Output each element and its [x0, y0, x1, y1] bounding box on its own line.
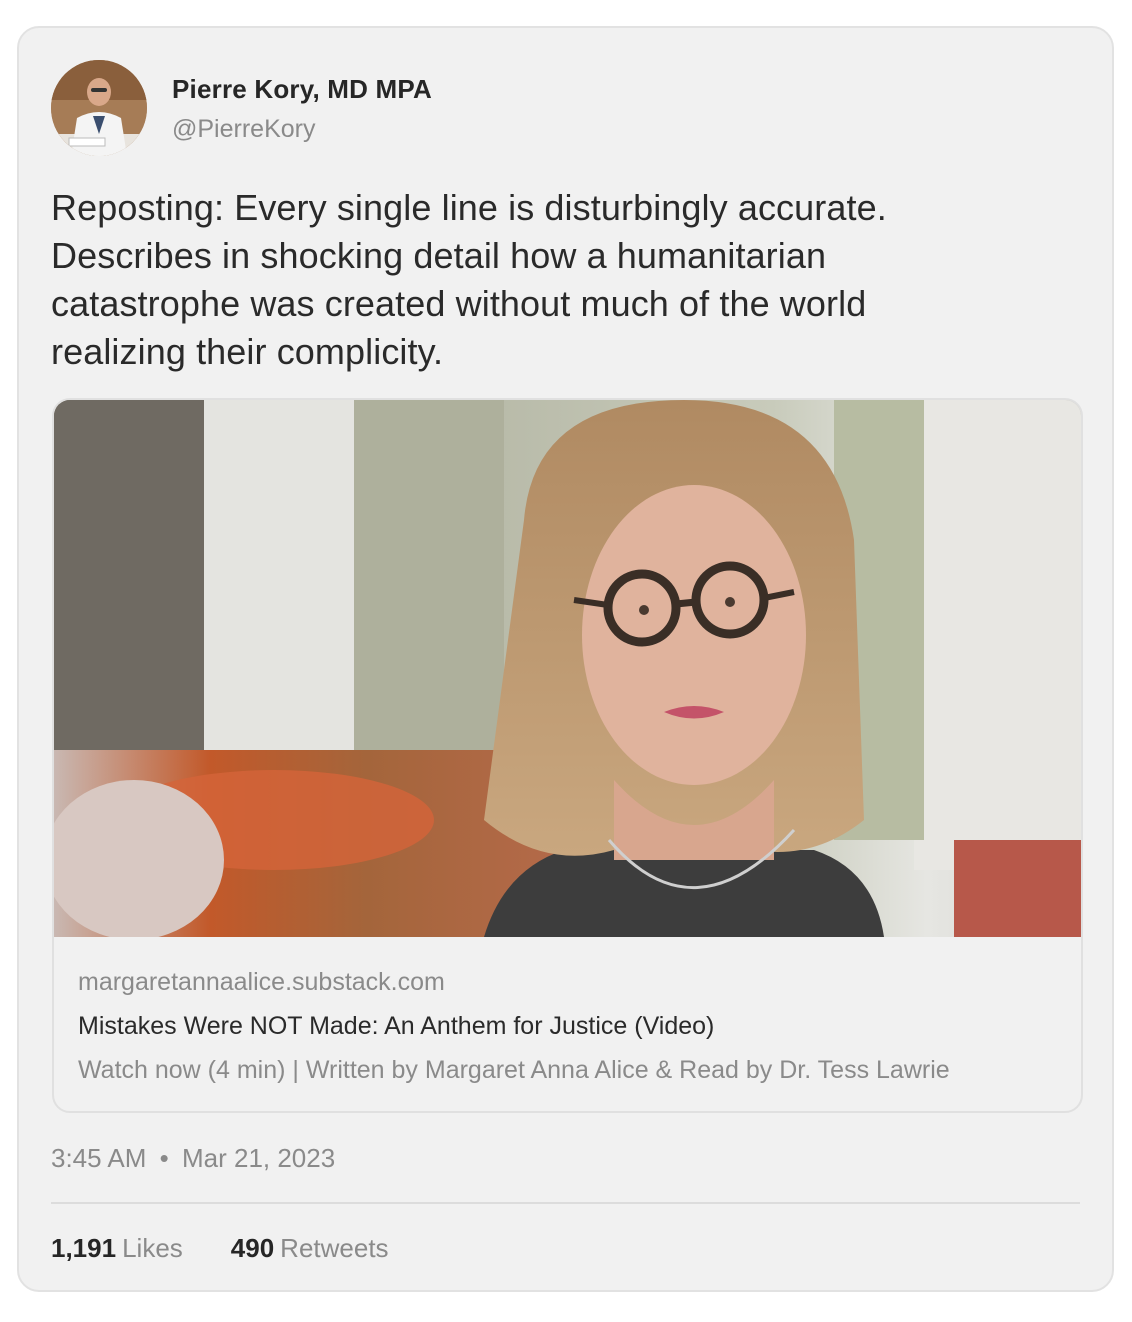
tweet-text-line: Reposting: Every single line is disturbi…	[51, 187, 887, 228]
link-preview-card[interactable]: margaretannaalice.substack.com Mistakes …	[52, 398, 1083, 1113]
likes-label: Likes	[122, 1233, 183, 1263]
link-description: Watch now (4 min) | Written by Margaret …	[78, 1056, 950, 1084]
timestamp-separator: •	[159, 1143, 169, 1173]
author-handle[interactable]: @PierreKory	[172, 112, 432, 146]
tweet-stats: 1,191 Likes 490 Retweets	[51, 1232, 389, 1264]
likes-stat[interactable]: 1,191 Likes	[51, 1232, 183, 1264]
link-title[interactable]: Mistakes Were NOT Made: An Anthem for Ju…	[78, 1010, 1061, 1042]
retweets-count: 490	[230, 1233, 275, 1263]
divider	[51, 1202, 1080, 1204]
likes-count: 1,191	[51, 1233, 117, 1263]
link-domain[interactable]: margaretannaalice.substack.com	[78, 966, 1061, 998]
tweet-header: Pierre Kory, MD MPA @PierreKory	[51, 60, 1080, 160]
tweet-timestamp[interactable]: 3:45 AM • Mar 21, 2023	[51, 1142, 335, 1174]
link-info: margaretannaalice.substack.com Mistakes …	[78, 966, 1061, 1086]
tweet-text-line: Describes in shocking detail how a human…	[51, 235, 827, 276]
tweet-body: Reposting: Every single line is disturbi…	[51, 184, 1051, 376]
author-info: Pierre Kory, MD MPA @PierreKory	[172, 72, 432, 146]
tweet-time: 3:45 AM	[51, 1143, 147, 1173]
retweets-label: Retweets	[280, 1233, 389, 1263]
profile-photo-icon[interactable]	[51, 60, 147, 156]
tweet-date: Mar 21, 2023	[181, 1143, 336, 1173]
tweet-text-line: catastrophe was created without much of …	[51, 283, 867, 324]
author-name[interactable]: Pierre Kory, MD MPA	[172, 72, 432, 106]
tweet-text-line: realizing their complicity.	[51, 331, 444, 372]
retweets-stat[interactable]: 490 Retweets	[231, 1232, 389, 1264]
article-thumbnail-icon[interactable]	[54, 400, 1081, 937]
tweet-card[interactable]: Pierre Kory, MD MPA @PierreKory Repostin…	[17, 26, 1114, 1292]
